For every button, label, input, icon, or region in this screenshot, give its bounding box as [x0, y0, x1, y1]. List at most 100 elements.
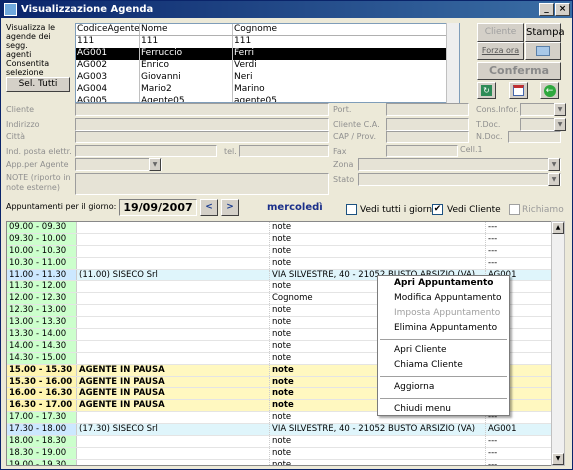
agent-cell: Neri: [234, 72, 253, 82]
appointment-description: [77, 305, 270, 317]
vedi-cliente-label: Vedi Cliente: [447, 205, 501, 215]
column-header-codice[interactable]: CodiceAgente: [76, 24, 140, 35]
appointment-row[interactable]: 10.00 - 10.30 note ---: [7, 245, 552, 258]
vedi-tutti-label: Vedi tutti i giorni: [360, 205, 435, 215]
richiamo-checkbox[interactable]: [509, 204, 520, 215]
minimize-button[interactable]: _: [539, 3, 554, 16]
menu-item: Imposta Appuntamento: [394, 308, 501, 318]
date-field[interactable]: 19/09/2007: [119, 199, 197, 216]
tel-field[interactable]: [239, 145, 329, 157]
chevron-down-icon[interactable]: ▼: [149, 158, 161, 171]
conferma-button[interactable]: Conferma: [477, 62, 561, 80]
weekday-label: mercoledì: [267, 202, 323, 213]
agent-row[interactable]: 111 111 111: [76, 36, 459, 48]
appointment-row[interactable]: 10.30 - 11.00 note ---: [7, 257, 552, 270]
stato-select[interactable]: [358, 173, 561, 186]
appointment-description: [77, 245, 270, 257]
column-header-nome[interactable]: Nome: [140, 24, 233, 35]
appointment-description: [77, 447, 270, 459]
scroll-down-icon[interactable]: ▼: [552, 453, 564, 465]
time-slot: 16.00 - 16.30: [7, 388, 77, 400]
agent-row[interactable]: AG003 Giovanni Neri: [76, 72, 459, 84]
back-button[interactable]: ←: [540, 82, 559, 99]
appointment-agent: AG001: [488, 424, 517, 435]
title-bar: Visualizzazione Agenda: [1, 1, 572, 18]
appointment-note: note: [270, 459, 486, 465]
menu-item[interactable]: Chiama Cliente: [378, 358, 509, 373]
note-field[interactable]: [75, 173, 329, 195]
port-field[interactable]: [386, 103, 469, 116]
agent-cell: Mario2: [140, 84, 233, 96]
t-doc-label: T.Doc.: [476, 120, 501, 129]
agent-row[interactable]: AG002 Enrico Verdi: [76, 60, 459, 72]
agent-cell: AG003: [76, 72, 140, 84]
agent-cell: AG002: [76, 60, 140, 72]
time-slot: 18.30 - 19.00: [7, 447, 77, 459]
description-line: agende dei segg.: [6, 32, 51, 50]
cliente-field[interactable]: [75, 103, 329, 116]
close-button[interactable]: ×: [555, 3, 570, 16]
cliente-button[interactable]: Cliente: [477, 23, 524, 42]
next-day-button[interactable]: >: [221, 199, 239, 216]
agent-cell: Marino: [234, 84, 265, 94]
richiamo-label: Richiamo: [522, 205, 564, 215]
agent-cell: AG001: [76, 48, 140, 60]
agent-row[interactable]: AG004 Mario2 Marino: [76, 84, 459, 96]
appointment-description: (11.00) SISECO Srl: [77, 269, 270, 281]
agent-row[interactable]: AG005 Agente05 agente05: [76, 96, 459, 102]
app-icon: [4, 3, 17, 16]
n-doc-field[interactable]: [508, 131, 561, 143]
menu-item[interactable]: Apri Appuntamento: [378, 276, 509, 291]
appointments-scrollbar[interactable]: ▲ ▼: [551, 221, 565, 466]
appointment-row[interactable]: 18.00 - 18.30 note ---: [7, 436, 552, 448]
menu-item[interactable]: Apri Cliente: [378, 343, 509, 358]
agent-list[interactable]: CodiceAgente Nome Cognome 111 111 111 AG001…: [75, 23, 460, 103]
appointment-row[interactable]: 18.30 - 19.00 note ---: [7, 447, 552, 460]
agent-list-scrollbar[interactable]: [446, 23, 459, 103]
vedi-tutti-checkbox[interactable]: [346, 204, 357, 215]
port-label: Port.: [333, 105, 352, 114]
forza-ora-button[interactable]: Forza ora: [477, 42, 524, 60]
appointment-note: VIA SILVESTRE, 40 - 21052 BUSTO ARSIZIO …: [270, 424, 486, 436]
view-button[interactable]: [525, 42, 561, 60]
appointment-row[interactable]: 19.00 - 19.30 note ---: [7, 459, 552, 465]
stampa-button[interactable]: Stampa: [525, 23, 565, 42]
chevron-down-icon[interactable]: ▼: [548, 173, 560, 186]
chevron-down-icon[interactable]: ▼: [554, 103, 566, 116]
cliente-ca-field[interactable]: [386, 118, 469, 131]
scroll-up-icon[interactable]: ▲: [552, 222, 564, 234]
agent-row[interactable]: AG001 Ferruccio Ferri: [76, 48, 459, 60]
appointment-row[interactable]: 09.00 - 09.30 note ---: [7, 222, 552, 234]
appointment-agent: ---: [488, 245, 498, 256]
appointment-row[interactable]: 17.30 - 18.00 (17.30) SISECO Srl VIA SILVE…: [7, 424, 552, 437]
description-line: Consentita: [6, 59, 50, 68]
menu-separator: [380, 376, 507, 377]
zona-select[interactable]: [358, 158, 561, 171]
chevron-down-icon[interactable]: ▼: [548, 158, 560, 171]
column-header-cognome[interactable]: Cognome: [233, 24, 459, 35]
fax-field[interactable]: [386, 145, 458, 157]
menu-item[interactable]: Modifica Appuntamento: [378, 291, 509, 306]
refresh-button[interactable]: ↻: [477, 82, 496, 99]
select-all-button[interactable]: Sel. Tutti: [6, 77, 70, 92]
cap-prov-field[interactable]: [386, 131, 469, 143]
time-slot: 09.00 - 09.30: [7, 222, 77, 233]
menu-item[interactable]: Chiudi menu: [378, 402, 509, 417]
refresh-icon: ↻: [481, 85, 492, 96]
indirizzo-field[interactable]: [75, 118, 329, 131]
posta-field[interactable]: [75, 145, 217, 157]
appointment-note: note: [270, 436, 486, 447]
appointment-row[interactable]: 09.30 - 10.00 note ---: [7, 233, 552, 246]
menu-item[interactable]: Aggiorna: [378, 380, 509, 395]
citta-field[interactable]: [75, 131, 329, 143]
appointment-description: [77, 340, 270, 352]
chevron-down-icon[interactable]: ▼: [554, 118, 566, 131]
menu-item[interactable]: Elimina Appuntamento: [378, 321, 509, 336]
vedi-cliente-checkbox[interactable]: ✔: [432, 204, 443, 215]
calendar-button[interactable]: [509, 82, 528, 99]
prev-day-button[interactable]: <: [200, 199, 218, 216]
time-slot: 09.30 - 10.00: [7, 233, 77, 245]
back-arrow-icon: ←: [543, 85, 556, 97]
cap-prov-label: CAP / Prov.: [333, 132, 377, 141]
appointment-description: (17.30) SISECO Srl: [77, 424, 270, 436]
